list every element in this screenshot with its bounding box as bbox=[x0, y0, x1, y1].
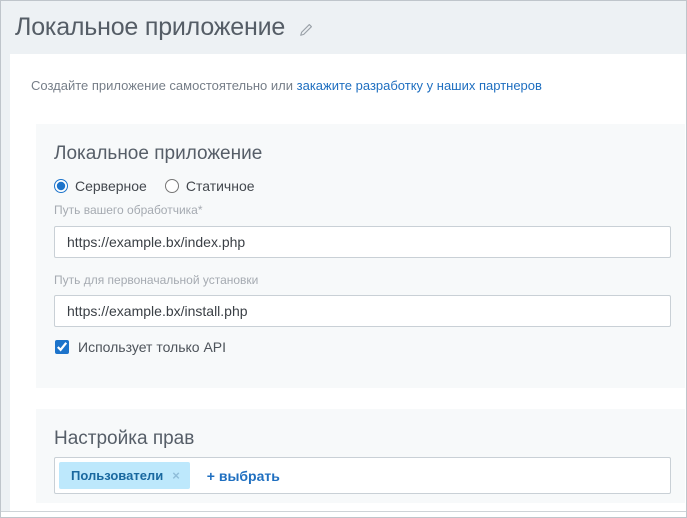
static-radio-label: Статичное bbox=[185, 178, 255, 194]
server-radio[interactable] bbox=[54, 179, 68, 193]
radio-option-static[interactable]: Статичное bbox=[164, 178, 255, 194]
permissions-add-link[interactable]: + выбрать bbox=[207, 468, 280, 484]
slider-left-gutter bbox=[1, 54, 10, 511]
permissions-card: Настройка прав Пользователи × + выбрать bbox=[36, 409, 685, 503]
intro-text: Создайте приложение самостоятельно или bbox=[31, 78, 297, 93]
local-application-card: Локальное приложение Серверное Статичное… bbox=[36, 124, 685, 388]
permissions-tag-label: Пользователи bbox=[71, 468, 164, 483]
app-settings-panel: Локальное приложение Создайте приложение… bbox=[0, 0, 687, 518]
static-radio[interactable] bbox=[164, 179, 179, 193]
install-path-input[interactable] bbox=[54, 295, 671, 327]
api-only-label: Использует только API bbox=[78, 339, 227, 355]
local-application-heading: Локальное приложение bbox=[54, 143, 263, 164]
radio-option-server[interactable]: Серверное bbox=[54, 178, 147, 194]
intro-text-line: Создайте приложение самостоятельно или з… bbox=[31, 78, 542, 93]
edit-title-pencil-icon[interactable] bbox=[299, 23, 313, 37]
page-header: Локальное приложение bbox=[1, 1, 686, 54]
permissions-heading: Настройка прав bbox=[54, 428, 195, 449]
permissions-selector-field[interactable]: Пользователи × + выбрать bbox=[54, 457, 671, 494]
api-only-checkbox-row[interactable]: Использует только API bbox=[55, 339, 226, 355]
server-radio-label: Серверное bbox=[75, 178, 147, 194]
app-type-radio-group: Серверное Статичное bbox=[54, 178, 255, 194]
partners-development-link[interactable]: закажите разработку у наших партнеров bbox=[297, 78, 542, 93]
tag-remove-icon[interactable]: × bbox=[172, 468, 180, 483]
install-path-label: Путь для первоначальной установки bbox=[54, 273, 259, 287]
permissions-tag-users: Пользователи × bbox=[59, 462, 190, 489]
bottom-divider bbox=[1, 511, 686, 512]
api-only-checkbox[interactable] bbox=[55, 340, 69, 354]
handler-path-input[interactable] bbox=[54, 226, 671, 258]
handler-path-label: Путь вашего обработчика* bbox=[54, 203, 203, 217]
page-title: Локальное приложение bbox=[15, 13, 286, 41]
